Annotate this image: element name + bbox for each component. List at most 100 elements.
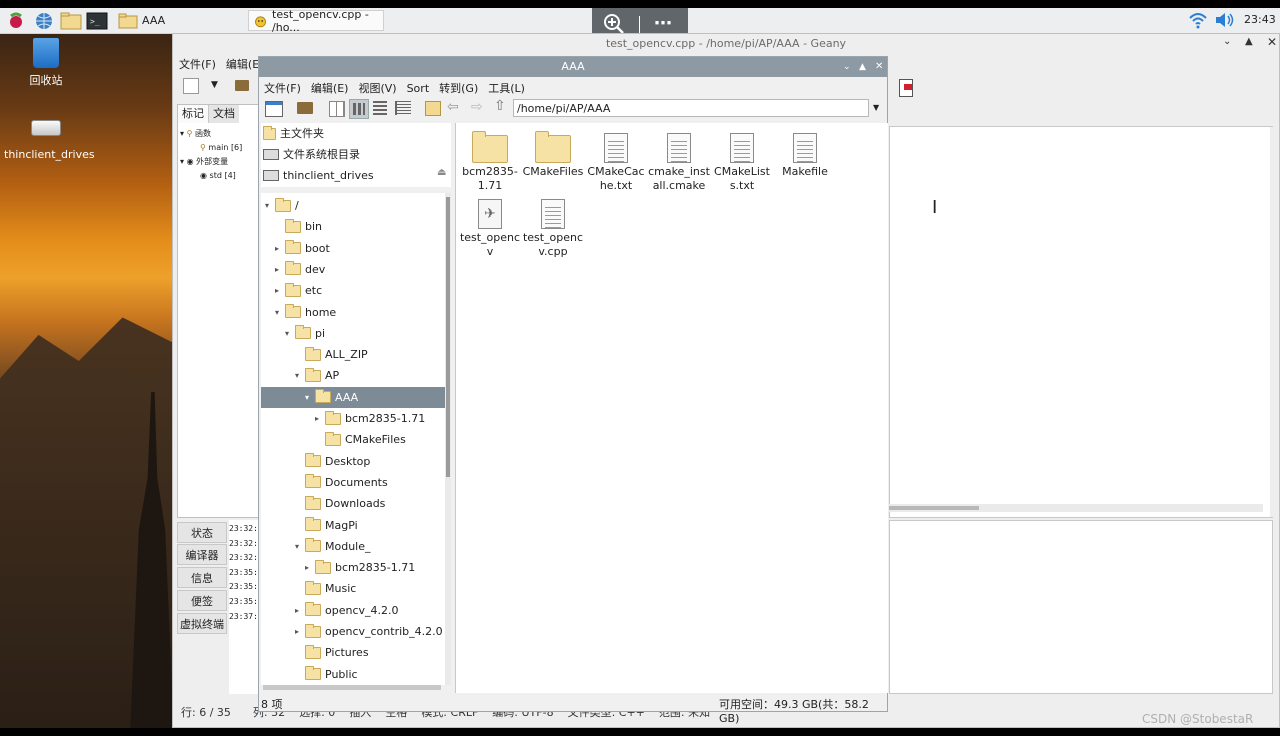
- path-input[interactable]: /home/pi/AP/AAA: [513, 99, 869, 117]
- expander-open-icon[interactable]: ▾: [283, 323, 291, 344]
- tree-row[interactable]: ▸ etc: [261, 280, 445, 301]
- expander-open-icon[interactable]: ▾: [303, 387, 311, 408]
- msg-tab-messages[interactable]: 信息: [177, 567, 227, 588]
- expander-closed-icon[interactable]: ▸: [293, 621, 301, 642]
- fm-menu-view[interactable]: 视图(V): [358, 82, 396, 95]
- file-item[interactable]: CMakeLists.txt: [710, 127, 774, 193]
- tree-row[interactable]: ▾ /: [261, 195, 445, 216]
- more-options-icon[interactable]: ⋯: [654, 13, 672, 34]
- tree-row[interactable]: bin: [261, 216, 445, 237]
- terminal-icon[interactable]: >_: [86, 11, 108, 30]
- tree-row[interactable]: ALL_ZIP: [261, 344, 445, 365]
- editor-area[interactable]: I: [889, 126, 1278, 518]
- fm-menu-sort[interactable]: Sort: [407, 82, 430, 95]
- symbol-row[interactable]: ▾ ⚲ 函数: [180, 127, 242, 141]
- expander-closed-icon[interactable]: ▸: [273, 280, 281, 301]
- view-icons-icon[interactable]: [329, 101, 345, 117]
- geany-minimize-icon[interactable]: ⌄: [1223, 36, 1231, 47]
- wifi-icon[interactable]: [1188, 11, 1208, 32]
- msg-tab-terminal[interactable]: 虚拟终端: [177, 613, 227, 634]
- view-list-icon[interactable]: [395, 101, 411, 115]
- fm-menu-tools[interactable]: 工具(L): [488, 82, 525, 95]
- tree-row[interactable]: Desktop: [261, 451, 445, 472]
- tree-row[interactable]: ▾ AP: [261, 365, 445, 386]
- back-icon[interactable]: ⇦: [447, 99, 459, 115]
- tree-row[interactable]: CMakeFiles: [261, 429, 445, 450]
- file-item[interactable]: CMakeFiles: [521, 127, 585, 179]
- tree-row[interactable]: Downloads: [261, 493, 445, 514]
- expander-closed-icon[interactable]: ▸: [293, 600, 301, 621]
- symbol-row[interactable]: ⚲ main [6]: [180, 141, 242, 155]
- quit-icon[interactable]: [899, 79, 913, 97]
- tree-row[interactable]: Public: [261, 664, 445, 685]
- browser-icon[interactable]: [34, 11, 54, 30]
- editor-vscrollbar[interactable]: [1270, 127, 1278, 517]
- tree-row[interactable]: ▸ bcm2835-1.71: [261, 408, 445, 429]
- path-dropdown-icon[interactable]: ▼: [873, 103, 879, 112]
- clock[interactable]: 23:43: [1244, 13, 1276, 26]
- geany-maximize-icon[interactable]: ▲: [1245, 36, 1253, 47]
- raspberry-menu-icon[interactable]: [6, 11, 26, 30]
- task-geany[interactable]: test_opencv.cpp - /ho...: [248, 8, 384, 34]
- tree-hscrollbar[interactable]: [263, 685, 441, 690]
- tree-row[interactable]: Music: [261, 578, 445, 599]
- editor-hscrollbar[interactable]: [889, 504, 1263, 512]
- view-thumbnails-icon[interactable]: [349, 99, 369, 119]
- new-file-icon[interactable]: [183, 78, 199, 94]
- new-window-icon[interactable]: [265, 101, 283, 117]
- fm-close-icon[interactable]: ✕: [875, 57, 883, 77]
- task-aaa[interactable]: AAA: [114, 10, 248, 31]
- file-item[interactable]: bcm2835-1.71: [458, 127, 522, 193]
- expander-open-icon[interactable]: ▾: [263, 195, 271, 216]
- view-compact-icon[interactable]: [373, 101, 387, 115]
- expander-open-icon[interactable]: ▾: [273, 302, 281, 323]
- tree-row[interactable]: ▸ opencv_4.2.0: [261, 600, 445, 621]
- up-icon[interactable]: ⇧: [494, 98, 506, 114]
- file-item[interactable]: test_opencv.cpp: [521, 193, 585, 259]
- desktop-icon-drive[interactable]: thinclient_drives: [4, 120, 95, 161]
- place-home[interactable]: 主文件夹: [263, 123, 324, 144]
- open-file-icon[interactable]: [235, 80, 249, 91]
- file-item[interactable]: cmake_install.cmake: [647, 127, 711, 193]
- tree-row[interactable]: Pictures: [261, 642, 445, 663]
- geany-menu-file[interactable]: 文件(F): [179, 58, 216, 71]
- expander-closed-icon[interactable]: ▸: [303, 557, 311, 578]
- dropdown-arrow-icon[interactable]: ▼: [211, 80, 218, 90]
- expander-closed-icon[interactable]: ▸: [313, 408, 321, 429]
- tree-row[interactable]: ▸ bcm2835-1.71: [261, 557, 445, 578]
- eject-icon[interactable]: ⏏: [437, 167, 446, 178]
- msg-tab-status[interactable]: 状态: [177, 522, 227, 543]
- file-item[interactable]: CMakeCache.txt: [584, 127, 648, 193]
- expander-closed-icon[interactable]: ▸: [273, 238, 281, 259]
- desktop-icon-trash[interactable]: 回收站: [16, 38, 76, 88]
- expander-open-icon[interactable]: ▾: [293, 536, 301, 557]
- fm-maximize-icon[interactable]: ▲: [859, 57, 866, 77]
- file-item[interactable]: ✈ test_opencv: [458, 193, 522, 259]
- tree-row[interactable]: ▾ pi: [261, 323, 445, 344]
- fm-menu-edit[interactable]: 编辑(E): [311, 82, 349, 95]
- fm-menu-go[interactable]: 转到(G): [439, 82, 478, 95]
- tree-row[interactable]: ▸ opencv_contrib_4.2.0: [261, 621, 445, 642]
- file-item[interactable]: Makefile: [773, 127, 837, 179]
- symbol-row[interactable]: ▾ ◉ 外部变量: [180, 155, 242, 169]
- tree-vscrollbar[interactable]: [445, 193, 451, 685]
- place-thinclient[interactable]: thinclient_drives: [263, 165, 374, 186]
- tree-row[interactable]: ▸ boot: [261, 238, 445, 259]
- msg-tab-scribble[interactable]: 便签: [177, 590, 227, 611]
- fm-minimize-icon[interactable]: ⌄: [843, 57, 851, 77]
- symbol-row[interactable]: ◉ std [4]: [180, 169, 242, 183]
- new-folder-icon[interactable]: [297, 102, 313, 114]
- msg-tab-compiler[interactable]: 编译器: [177, 544, 227, 565]
- expander-open-icon[interactable]: ▾: [293, 365, 301, 386]
- tree-row[interactable]: MagPi: [261, 515, 445, 536]
- fm-menu-file[interactable]: 文件(F): [264, 82, 301, 95]
- tab-documents[interactable]: 文档: [209, 105, 239, 123]
- forward-icon[interactable]: ⇨: [471, 99, 483, 115]
- volume-icon[interactable]: [1214, 11, 1236, 32]
- place-root[interactable]: 文件系统根目录: [263, 144, 360, 165]
- expander-closed-icon[interactable]: ▸: [273, 259, 281, 280]
- tree-row[interactable]: ▸ dev: [261, 259, 445, 280]
- tree-row[interactable]: ▾ Module_: [261, 536, 445, 557]
- tree-row[interactable]: Documents: [261, 472, 445, 493]
- file-manager-icon[interactable]: [60, 11, 82, 30]
